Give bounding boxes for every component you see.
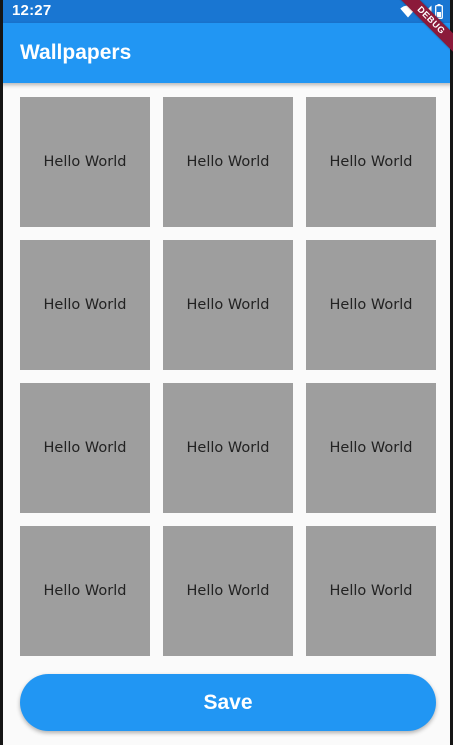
- wallpaper-tile-label: Hello World: [43, 440, 127, 456]
- app-bar: Wallpapers: [0, 23, 453, 83]
- status-time: 12:27: [12, 2, 52, 19]
- debug-banner: DEBUG: [393, 0, 453, 60]
- wallpaper-tile-label: Hello World: [329, 440, 413, 456]
- wallpaper-tile-label: Hello World: [186, 440, 270, 456]
- wallpaper-grid: Hello World Hello World Hello World Hell…: [20, 97, 436, 656]
- wallpaper-tile[interactable]: Hello World: [20, 383, 150, 513]
- wallpaper-tile[interactable]: Hello World: [306, 526, 436, 656]
- wallpaper-tile[interactable]: Hello World: [20, 240, 150, 370]
- app-screen: 12:27 Wallpapers DEBUG Hello World Hello…: [0, 0, 453, 745]
- save-button[interactable]: Save: [20, 674, 436, 731]
- wallpaper-tile[interactable]: Hello World: [306, 97, 436, 227]
- wallpaper-tile[interactable]: Hello World: [163, 240, 293, 370]
- page-title: Wallpapers: [20, 41, 132, 64]
- wallpaper-tile[interactable]: Hello World: [20, 526, 150, 656]
- wallpaper-tile[interactable]: Hello World: [163, 97, 293, 227]
- wallpaper-tile[interactable]: Hello World: [163, 526, 293, 656]
- status-bar: 12:27: [0, 0, 453, 23]
- wallpaper-tile[interactable]: Hello World: [306, 240, 436, 370]
- wallpaper-tile[interactable]: Hello World: [306, 383, 436, 513]
- wallpaper-tile[interactable]: Hello World: [163, 383, 293, 513]
- wallpaper-tile-label: Hello World: [329, 297, 413, 313]
- wallpaper-tile-label: Hello World: [329, 154, 413, 170]
- wallpaper-tile-label: Hello World: [43, 297, 127, 313]
- wallpaper-tile-label: Hello World: [43, 583, 127, 599]
- device-frame-left: [0, 0, 3, 745]
- wallpaper-tile-label: Hello World: [43, 154, 127, 170]
- wallpaper-tile-label: Hello World: [329, 583, 413, 599]
- wallpaper-tile-label: Hello World: [186, 297, 270, 313]
- wallpaper-tile[interactable]: Hello World: [20, 97, 150, 227]
- debug-banner-label: DEBUG: [394, 0, 453, 57]
- wallpaper-tile-label: Hello World: [186, 154, 270, 170]
- wallpaper-tile-label: Hello World: [186, 583, 270, 599]
